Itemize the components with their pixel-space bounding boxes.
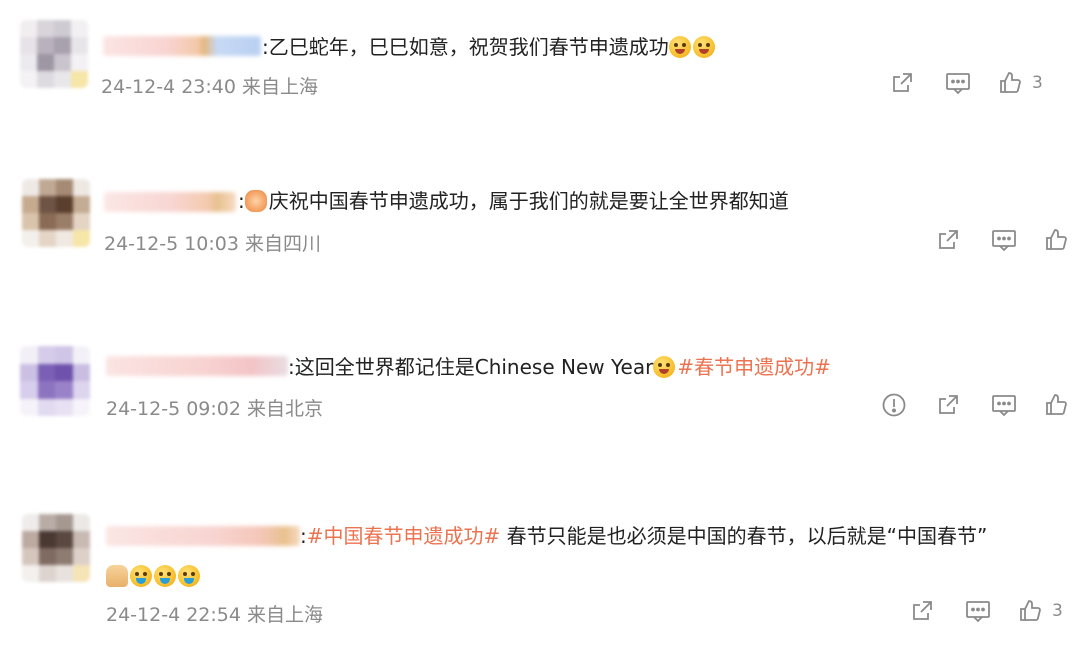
emoji-row bbox=[106, 562, 202, 590]
location: 来自北京 bbox=[247, 398, 324, 420]
comment-meta: 24-12-5 10:03 来自四川 bbox=[104, 229, 321, 256]
share-button[interactable] bbox=[932, 225, 964, 255]
comment-item: : 庆祝中国春节申遗成功，属于我们的就是要让全世界都知道 24-12-5 10:0… bbox=[0, 165, 1080, 315]
thumbs-up-icon bbox=[1046, 229, 1067, 250]
comment-item: :这回全世界都记住是Chinese New Year #春节申遗成功# 24-12… bbox=[0, 330, 1080, 490]
timestamp: 24-12-4 23:40 bbox=[101, 76, 236, 98]
like-count: 3 bbox=[1032, 73, 1043, 93]
comment-button[interactable] bbox=[942, 68, 974, 98]
avatar[interactable] bbox=[20, 20, 88, 88]
thumbs-up-icon bbox=[1046, 394, 1067, 415]
timestamp: 24-12-4 22:54 bbox=[106, 604, 241, 626]
comment-icon bbox=[992, 395, 1016, 417]
comment-meta: 24-12-4 23:40 来自上海 bbox=[101, 72, 318, 99]
comment-button[interactable] bbox=[988, 390, 1020, 420]
comment-actions bbox=[932, 225, 1068, 255]
comment-icon bbox=[966, 601, 990, 623]
comment-button[interactable] bbox=[988, 225, 1020, 255]
comment-item: :乙巳蛇年，巳巳如意，祝贺我们春节申遗成功 24-12-4 23:40 来自上海… bbox=[0, 0, 1080, 150]
share-icon bbox=[893, 73, 912, 92]
location: 来自四川 bbox=[245, 233, 322, 255]
share-button[interactable] bbox=[906, 596, 938, 626]
crying-emoji bbox=[653, 356, 676, 378]
comment-actions: 3 bbox=[886, 68, 1043, 98]
teary-emoji bbox=[130, 565, 152, 587]
location: 来自上海 bbox=[242, 76, 319, 98]
thumbs-up-icon bbox=[1000, 72, 1021, 93]
thumbs-up-icon bbox=[1020, 600, 1041, 621]
like-button[interactable]: 3 bbox=[1018, 596, 1063, 626]
comment-actions: 3 bbox=[906, 596, 1063, 626]
username-blurred[interactable] bbox=[104, 192, 236, 212]
avatar[interactable] bbox=[22, 514, 90, 582]
share-icon bbox=[939, 230, 958, 249]
comment-icon bbox=[992, 230, 1016, 252]
share-button[interactable] bbox=[886, 68, 918, 98]
avatar[interactable] bbox=[22, 179, 90, 247]
laughing-emoji bbox=[668, 36, 691, 58]
like-button[interactable]: 3 bbox=[998, 68, 1043, 98]
like-button[interactable] bbox=[1044, 225, 1068, 255]
like-button[interactable] bbox=[1044, 390, 1068, 420]
share-icon bbox=[913, 601, 932, 620]
share-button[interactable] bbox=[932, 390, 964, 420]
comment-text: :#中国春节申遗成功# 春节只能是也必须是中国的春节，以后就是“中国春节” bbox=[300, 524, 988, 548]
report-button[interactable] bbox=[878, 390, 910, 420]
comment-text: : 庆祝中国春节申遗成功，属于我们的就是要让全世界都知道 bbox=[238, 189, 789, 213]
hashtag-link[interactable]: #中国春节申遗成功# bbox=[307, 524, 501, 548]
clapping-hands-emoji bbox=[244, 190, 267, 212]
like-count: 3 bbox=[1052, 601, 1063, 621]
surprised-emoji bbox=[692, 36, 715, 58]
hashtag-link[interactable]: #春节申遗成功# bbox=[677, 355, 831, 379]
thumbs-up-emoji bbox=[106, 565, 128, 587]
timestamp: 24-12-5 10:03 bbox=[104, 233, 239, 255]
share-icon bbox=[939, 395, 958, 414]
comment-actions bbox=[878, 390, 1068, 420]
avatar[interactable] bbox=[20, 346, 90, 416]
username-blurred[interactable] bbox=[103, 36, 261, 56]
comment-list: :乙巳蛇年，巳巳如意，祝贺我们春节申遗成功 24-12-4 23:40 来自上海… bbox=[0, 0, 1080, 654]
comment-button[interactable] bbox=[962, 596, 994, 626]
teary-emoji bbox=[154, 565, 176, 587]
report-icon bbox=[882, 393, 906, 417]
comment-item: :#中国春节申遗成功# 春节只能是也必须是中国的春节，以后就是“中国春节” 24… bbox=[0, 500, 1080, 654]
comment-text: :这回全世界都记住是Chinese New Year #春节申遗成功# bbox=[288, 355, 831, 379]
comment-text: :乙巳蛇年，巳巳如意，祝贺我们春节申遗成功 bbox=[262, 33, 717, 61]
timestamp: 24-12-5 09:02 bbox=[106, 398, 241, 420]
location: 来自上海 bbox=[247, 604, 324, 626]
username-blurred[interactable] bbox=[106, 526, 300, 546]
comment-meta: 24-12-4 22:54 来自上海 bbox=[106, 600, 323, 627]
teary-emoji bbox=[178, 565, 200, 587]
comment-meta: 24-12-5 09:02 来自北京 bbox=[106, 394, 323, 421]
username-blurred[interactable] bbox=[106, 356, 288, 376]
comment-icon bbox=[946, 73, 970, 95]
